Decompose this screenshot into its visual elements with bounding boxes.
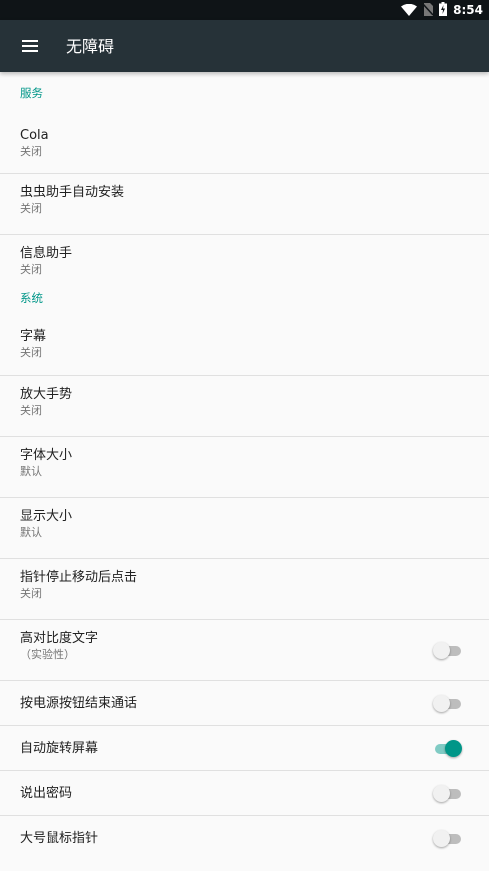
item-summary: 关闭 (20, 346, 42, 359)
item-summary: 关闭 (20, 202, 42, 215)
battery-charging-icon (439, 1, 448, 20)
switch-thumb (433, 695, 450, 712)
list-item[interactable]: Cola 关闭 (0, 114, 489, 174)
item-summary: 默认 (20, 465, 42, 478)
status-bar: 8:54 (0, 0, 489, 20)
toggle-row-high-contrast-text[interactable]: 高对比度文字 （实验性） (0, 620, 489, 681)
switch-thumb (433, 830, 450, 847)
toggle-row-large-mouse-pointer[interactable]: 大号鼠标指针 (0, 816, 489, 861)
list-item[interactable]: 显示大小 默认 (0, 498, 489, 559)
item-title: 信息助手 (20, 246, 73, 261)
settings-list: 服务 Cola 关闭 虫虫助手自动安装 关闭 信息助手 关闭 系统 字幕 关闭 … (0, 72, 489, 861)
section-header-system: 系统 (20, 291, 43, 305)
status-icons: 8:54 (401, 0, 483, 20)
item-summary: 关闭 (20, 145, 42, 158)
app-bar: 无障碍 (0, 20, 489, 72)
list-item[interactable]: 信息助手 关闭 (0, 235, 489, 290)
item-title: 大号鼠标指针 (20, 831, 99, 846)
toggle-switch[interactable] (433, 640, 461, 660)
toggle-switch[interactable] (433, 693, 461, 713)
item-summary: （实验性） (20, 648, 75, 661)
item-title: 高对比度文字 (20, 631, 99, 646)
page-title: 无障碍 (66, 37, 115, 56)
item-title: 字幕 (20, 329, 47, 344)
item-title: Cola (20, 128, 49, 143)
no-sim-icon (422, 1, 434, 20)
toggle-switch[interactable] (433, 738, 462, 758)
toggle-row-power-button-ends-call[interactable]: 按电源按钮结束通话 (0, 681, 489, 726)
switch-thumb (433, 642, 450, 659)
toggle-switch[interactable] (433, 828, 461, 848)
menu-button[interactable] (14, 32, 46, 60)
item-summary: 关闭 (20, 404, 42, 417)
list-item[interactable]: 虫虫助手自动安装 关闭 (0, 174, 489, 235)
item-summary: 默认 (20, 526, 42, 539)
list-item[interactable]: 指针停止移动后点击 关闭 (0, 559, 489, 620)
switch-thumb (445, 740, 462, 757)
item-title: 自动旋转屏幕 (20, 740, 99, 756)
list-item[interactable]: 字体大小 默认 (0, 437, 489, 498)
status-time: 8:54 (453, 3, 483, 17)
list-item[interactable]: 字幕 关闭 (0, 316, 489, 376)
switch-thumb (433, 785, 450, 802)
item-title: 放大手势 (20, 387, 73, 402)
section-header-services: 服务 (20, 86, 43, 100)
wifi-icon (401, 1, 418, 20)
item-title: 说出密码 (20, 785, 73, 801)
toggle-switch[interactable] (433, 783, 461, 803)
item-title: 虫虫助手自动安装 (20, 185, 125, 200)
toggle-row-speak-passwords[interactable]: 说出密码 (0, 771, 489, 816)
item-title: 显示大小 (20, 509, 73, 524)
menu-icon (22, 37, 38, 56)
toggle-row-auto-rotate-screen[interactable]: 自动旋转屏幕 (0, 726, 489, 771)
item-title: 按电源按钮结束通话 (20, 695, 138, 711)
item-summary: 关闭 (20, 587, 42, 600)
item-title: 字体大小 (20, 448, 73, 463)
list-item[interactable]: 放大手势 关闭 (0, 376, 489, 437)
item-summary: 关闭 (20, 263, 42, 276)
item-title: 指针停止移动后点击 (20, 570, 138, 585)
